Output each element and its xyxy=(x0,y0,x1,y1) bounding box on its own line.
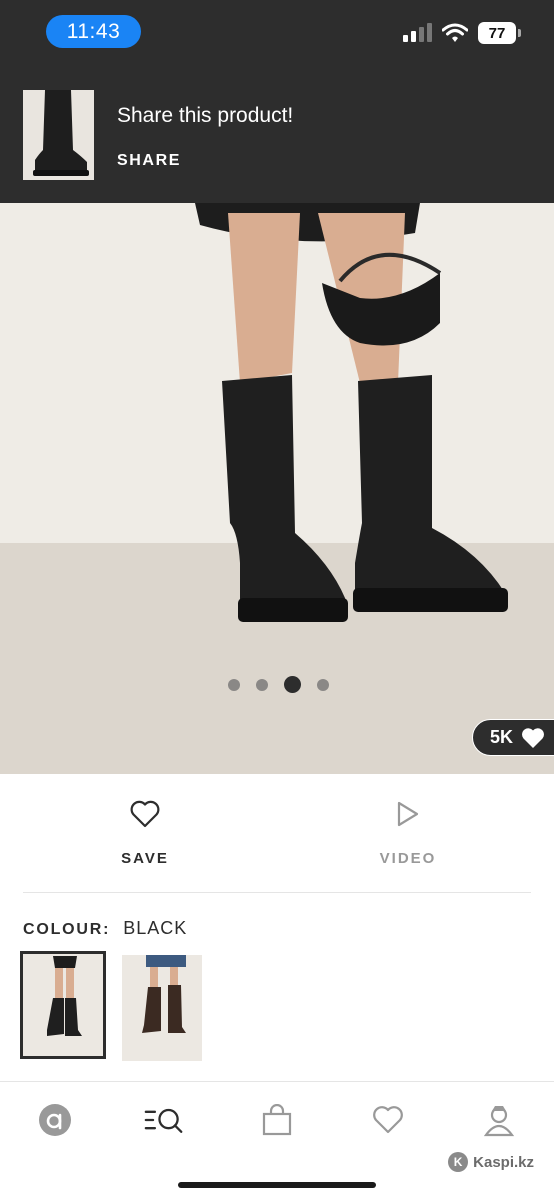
colour-row: COLOUR: BLACK xyxy=(23,918,187,939)
watermark-text: Kaspi.kz xyxy=(473,1153,534,1171)
watermark: K Kaspi.kz xyxy=(448,1152,534,1172)
share-thumbnail xyxy=(23,90,94,180)
likes-badge[interactable]: 5K xyxy=(472,719,554,756)
nav-bag[interactable] xyxy=(257,1100,297,1140)
gallery-dot[interactable] xyxy=(317,678,329,691)
video-button[interactable]: VIDEO xyxy=(338,800,478,867)
saved-icon xyxy=(373,1106,403,1134)
nav-account[interactable] xyxy=(479,1100,519,1140)
home-indicator xyxy=(178,1182,376,1188)
save-button[interactable]: SAVE xyxy=(75,800,215,867)
share-banner: 11:43 77 Share this product! SHARE xyxy=(0,0,554,203)
save-label: SAVE xyxy=(121,850,169,867)
wifi-icon xyxy=(442,23,468,42)
likes-count: 5K xyxy=(490,727,514,747)
kaspi-logo-icon: K xyxy=(448,1152,469,1172)
nav-search[interactable] xyxy=(144,1100,184,1140)
nav-home[interactable] xyxy=(35,1100,75,1140)
colour-swatch-brown[interactable] xyxy=(122,955,202,1061)
share-title: Share this product! xyxy=(117,104,294,127)
heart-outline-icon xyxy=(130,800,160,828)
home-icon xyxy=(39,1104,71,1136)
search-icon xyxy=(144,1108,183,1133)
gallery-dot-active[interactable] xyxy=(284,676,301,693)
gallery-dot[interactable] xyxy=(256,678,268,691)
bag-icon xyxy=(262,1104,292,1136)
colour-swatch-black[interactable] xyxy=(20,951,106,1059)
heart-filled-icon xyxy=(522,727,544,748)
play-icon xyxy=(397,801,419,827)
gallery-dot[interactable] xyxy=(228,678,240,691)
brown-boots-thumbnail xyxy=(122,955,202,1055)
battery-indicator: 77 xyxy=(478,22,521,44)
nav-saved[interactable] xyxy=(368,1100,408,1140)
divider xyxy=(23,892,531,893)
account-icon xyxy=(483,1106,515,1137)
colour-value: BLACK xyxy=(123,918,188,938)
status-icons: 77 xyxy=(402,22,521,44)
share-button[interactable]: SHARE xyxy=(117,152,181,170)
video-label: VIDEO xyxy=(379,850,437,867)
black-boots-thumbnail xyxy=(25,956,101,1054)
status-time: 11:43 xyxy=(46,15,141,48)
colour-label: COLOUR: xyxy=(23,921,111,938)
gallery-pagination xyxy=(228,676,329,693)
cellular-signal-icon xyxy=(403,23,432,42)
